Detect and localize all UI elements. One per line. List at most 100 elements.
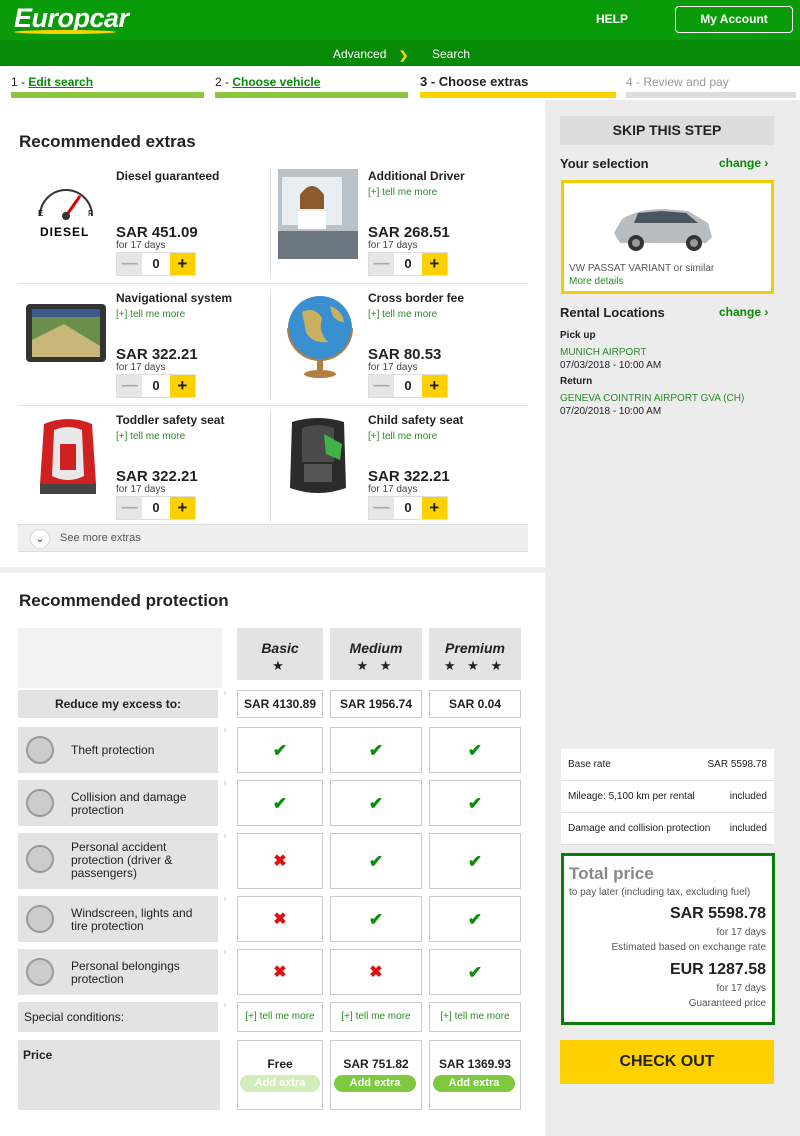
quantity-value: 0	[394, 375, 422, 397]
decrease-button[interactable]: —	[117, 375, 143, 397]
extra-days: for 17 days	[368, 240, 418, 251]
increase-button[interactable]: +	[169, 497, 195, 519]
extra-days: for 17 days	[116, 362, 166, 373]
windscreen-row: Windscreen, lights and tire protection	[18, 896, 227, 942]
tell-me-more-medium[interactable]: [+] tell me more	[330, 1002, 422, 1032]
decrease-button[interactable]: —	[369, 375, 395, 397]
pickup-time: 07/03/2018 - 10:00 AM	[560, 360, 662, 371]
additional-driver-image	[278, 169, 358, 259]
not-included-cross-icon: ✖	[237, 949, 323, 995]
step-1[interactable]: 1 - Edit search	[11, 75, 93, 89]
decrease-button[interactable]: —	[369, 497, 395, 519]
price-row: Price	[18, 1040, 220, 1110]
selected-car-card: VW PASSAT VARIANT or similar More detail…	[561, 180, 774, 294]
decrease-button[interactable]: —	[117, 253, 143, 275]
search-link[interactable]: Search	[432, 47, 470, 61]
rate-value: SAR 5598.78	[707, 759, 768, 770]
increase-button[interactable]: +	[421, 497, 447, 519]
extras-title: Recommended extras	[19, 132, 196, 151]
quantity-value: 0	[142, 497, 170, 519]
skip-step-button[interactable]: SKIP THIS STEP	[560, 116, 774, 145]
tell-me-more-link[interactable]: [+] tell me more	[116, 309, 185, 320]
step-2-bar	[215, 92, 408, 98]
change-selection-link[interactable]: change ›	[719, 156, 768, 170]
return-place: GENEVA COINTRIN AIRPORT GVA (CH)	[560, 393, 745, 404]
extra-days: for 17 days	[116, 240, 166, 251]
excess-medium: SAR 1956.74	[330, 690, 422, 718]
nav-quantity-stepper: — 0 +	[116, 374, 196, 398]
included-check-icon: ✔	[237, 727, 323, 773]
step-2[interactable]: 2 - Choose vehicle	[215, 75, 320, 89]
collision-icon	[26, 789, 54, 817]
extra-days: for 17 days	[116, 484, 166, 495]
help-link[interactable]: HELP	[596, 12, 628, 26]
special-conditions-row: Special conditions:	[18, 1002, 227, 1032]
decrease-button[interactable]: —	[117, 497, 143, 519]
step-4: 4 - Review and pay	[626, 75, 729, 89]
change-locations-link[interactable]: change ›	[719, 305, 768, 319]
checkout-button[interactable]: CHECK OUT	[560, 1040, 774, 1084]
step-3: 3 - Choose extras	[420, 74, 529, 89]
total-price-box: Total price to pay later (including tax,…	[561, 853, 775, 1025]
increase-button[interactable]: +	[169, 253, 195, 275]
increase-button[interactable]: +	[421, 253, 447, 275]
choose-vehicle-link[interactable]: Choose vehicle	[232, 75, 320, 89]
included-check-icon: ✔	[429, 833, 521, 889]
extra-name: Child safety seat	[368, 413, 464, 427]
diesel-gauge-icon: E F DIESEL	[22, 172, 108, 240]
extra-days: for 17 days	[368, 362, 418, 373]
table-corner	[18, 628, 222, 688]
step-4-bar	[626, 92, 796, 98]
seatbelt-icon	[26, 845, 54, 873]
more-details-link[interactable]: More details	[569, 276, 623, 287]
plan-stars: ★	[272, 658, 288, 673]
driver-quantity-stepper: — 0 +	[368, 252, 448, 276]
extra-price: SAR 322.21	[116, 346, 198, 363]
see-more-extras-button[interactable]: ⌄ See more extras	[18, 524, 528, 552]
included-check-icon: ✔	[330, 727, 422, 773]
tell-me-more-link[interactable]: [+] tell me more	[368, 309, 437, 320]
increase-button[interactable]: +	[421, 375, 447, 397]
extra-name: Cross border fee	[368, 291, 465, 305]
tell-me-more-link[interactable]: [+] tell me more	[368, 431, 437, 442]
advanced-link[interactable]: Advanced	[333, 47, 386, 61]
plan-basic-header: Basic ★	[237, 628, 323, 680]
excess-basic: SAR 4130.89	[237, 690, 323, 718]
eur-days: for 17 days	[716, 983, 766, 994]
theft-protection-row: Theft protection	[18, 727, 227, 773]
total-sar: SAR 5598.78	[669, 905, 766, 922]
rate-value: included	[729, 823, 767, 834]
total-subtitle: to pay later (including tax, excluding f…	[569, 887, 751, 898]
rental-locations-heading: Rental Locations	[560, 305, 665, 320]
add-basic-button[interactable]: Add extra	[240, 1075, 320, 1092]
increase-button[interactable]: +	[169, 375, 195, 397]
pickup-label: Pick up	[560, 330, 596, 341]
tell-me-more-premium[interactable]: [+] tell me more	[429, 1002, 521, 1032]
diesel-label: DIESEL	[40, 225, 89, 239]
extra-price: SAR 322.21	[368, 468, 450, 485]
decrease-button[interactable]: —	[369, 253, 395, 275]
collision-protection-row: Collision and damage protection	[18, 780, 227, 826]
edit-search-link[interactable]: Edit search	[28, 75, 93, 89]
add-premium-button[interactable]: Add extra	[433, 1075, 515, 1092]
tell-me-more-basic[interactable]: [+] tell me more	[237, 1002, 323, 1032]
plan-name: Premium	[445, 640, 505, 656]
return-label: Return	[560, 376, 593, 387]
included-check-icon: ✔	[237, 780, 323, 826]
my-account-button[interactable]: My Account	[675, 6, 793, 33]
tell-me-more-link[interactable]: [+] tell me more	[116, 431, 185, 442]
svg-text:E: E	[38, 209, 43, 218]
quantity-value: 0	[142, 375, 170, 397]
total-days: for 17 days	[716, 927, 766, 938]
toddler-seat-quantity-stepper: — 0 +	[116, 496, 196, 520]
pickup-place: MUNICH AIRPORT	[560, 347, 647, 358]
chevron-down-icon[interactable]: ❯	[399, 49, 408, 62]
included-check-icon: ✔	[330, 833, 422, 889]
included-check-icon: ✔	[429, 896, 521, 942]
included-check-icon: ✔	[429, 780, 521, 826]
add-medium-button[interactable]: Add extra	[334, 1075, 416, 1092]
plan-name: Medium	[349, 640, 403, 656]
quantity-value: 0	[142, 253, 170, 275]
mileage-row: Mileage: 5,100 km per rental included	[561, 781, 774, 813]
tell-me-more-link[interactable]: [+] tell me more	[368, 187, 437, 198]
